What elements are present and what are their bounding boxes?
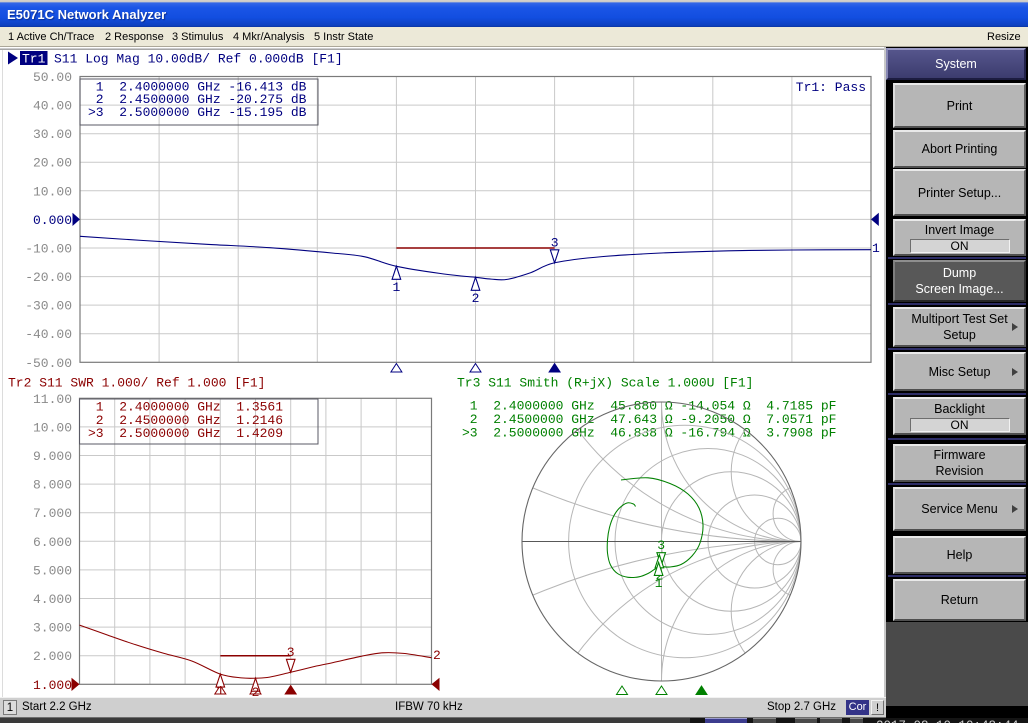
svg-text:3: 3 [551,235,559,250]
svg-text:-20.00: -20.00 [25,270,72,285]
svg-text:30.00: 30.00 [33,127,72,142]
svg-text:1.000: 1.000 [33,678,72,693]
svg-text:50.00: 50.00 [33,70,72,85]
svg-text:S11 Log Mag 10.00dB/ Ref 0.000: S11 Log Mag 10.00dB/ Ref 0.000dB [F1] [54,52,343,67]
svg-text:Tr1: Tr1 [22,52,46,67]
svg-text:Tr1: Pass: Tr1: Pass [796,80,866,95]
svg-text:>3 2.5000000 GHz 1.4209: >3 2.5000000 GHz 1.4209 [88,426,283,441]
svg-text:0.000: 0.000 [33,213,72,228]
svg-text:10.00: 10.00 [33,184,72,199]
svg-text:Tr3 S11 Smith (R+jX) Scale 1.0: Tr3 S11 Smith (R+jX) Scale 1.000U [F1] [457,376,753,391]
svg-text:2: 2 [472,291,480,306]
svg-text:-40.00: -40.00 [25,327,72,342]
svg-text:40.00: 40.00 [33,99,72,114]
svg-text:1: 1 [392,280,400,295]
svg-text:>3 2.5000000 GHz -15.195 dB: >3 2.5000000 GHz -15.195 dB [88,105,307,120]
svg-text:2.000: 2.000 [33,649,72,664]
svg-text:-10.00: -10.00 [25,242,72,257]
svg-text:10.00: 10.00 [33,420,72,435]
svg-text:-50.00: -50.00 [25,356,72,371]
svg-text:6.000: 6.000 [33,535,72,550]
svg-text:Tr2 S11 SWR 1.000/ Ref 1.000 [: Tr2 S11 SWR 1.000/ Ref 1.000 [F1] [8,376,265,391]
svg-text:9.000: 9.000 [33,449,72,464]
svg-text:1: 1 [216,684,224,698]
svg-text:3: 3 [657,538,665,553]
svg-text:>3 2.5000000 GHz 46.838 Ω -1: >3 2.5000000 GHz 46.838 Ω -16.794 Ω 3.79… [462,425,836,440]
svg-text:11.00: 11.00 [33,392,72,407]
svg-text:8.000: 8.000 [33,478,72,493]
svg-text:4.000: 4.000 [33,592,72,607]
svg-text:2: 2 [252,685,260,697]
svg-text:1: 1 [655,576,663,591]
svg-text:20.00: 20.00 [33,156,72,171]
svg-text:5.000: 5.000 [33,563,72,578]
svg-text:2: 2 [433,648,441,663]
svg-text:7.000: 7.000 [33,506,72,521]
svg-text:3: 3 [287,645,295,660]
svg-text:-30.00: -30.00 [25,299,72,314]
svg-text:1: 1 [872,241,880,256]
svg-text:3.000: 3.000 [33,621,72,636]
